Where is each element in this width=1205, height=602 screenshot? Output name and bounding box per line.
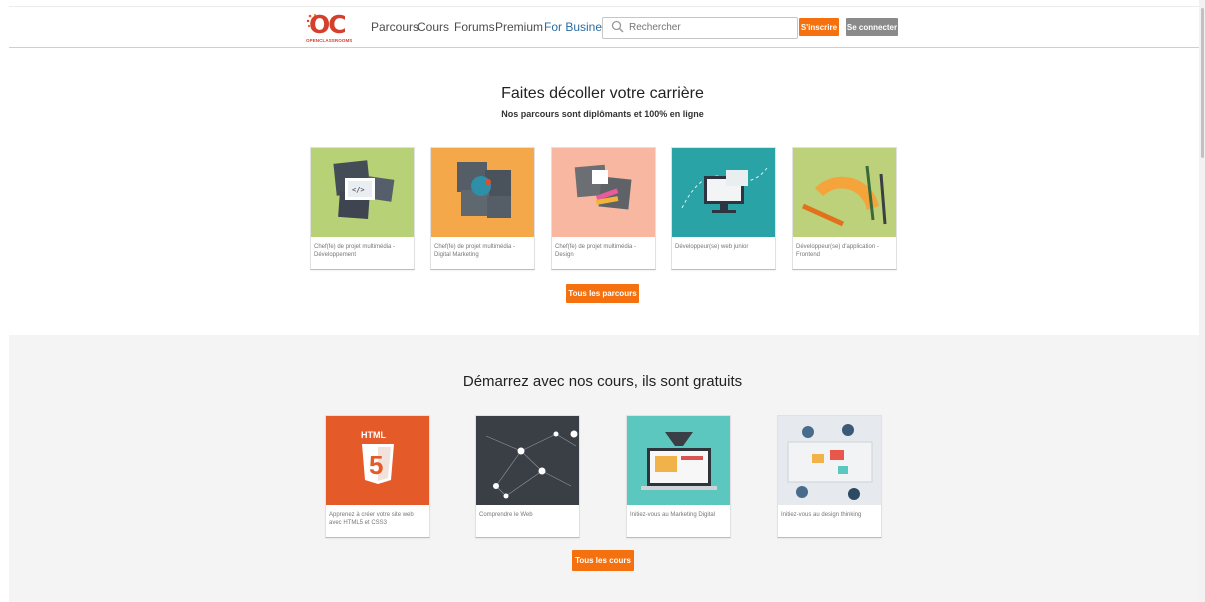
parcours-illustration-dev: </> [311, 148, 414, 237]
nav-cours[interactable]: Cours [417, 20, 449, 34]
course-card-label: Comprendre le Web [479, 512, 533, 518]
parcours-illustration-design [552, 148, 655, 237]
nav-forums[interactable]: Forums [454, 20, 495, 34]
cours-title: Démarrez avec nos cours, ils sont gratui… [462, 373, 743, 390]
logo-brand-text: OPENCLASSROOMS [306, 38, 353, 43]
course-card[interactable]: Initiez-vous au Marketing Digital [626, 415, 731, 538]
parcours-subtitle: Nos parcours sont diplômants et 100% en … [501, 109, 704, 119]
parcours-card-label: Chef(fe) de projet multimédia - Développ… [314, 244, 396, 258]
parcours-card[interactable]: Chef(fe) de projet multimédia - Design [551, 147, 656, 270]
logo-oc-text: OC [309, 10, 347, 39]
parcours-card-label: Chef(fe) de projet multimédia - Design [555, 244, 637, 258]
scrollbar-thumb[interactable] [1201, 8, 1204, 158]
login-button[interactable]: Se connecter [846, 18, 898, 36]
parcours-card-label: Développeur(se) d'application - Frontend [796, 244, 879, 258]
nav-premium[interactable]: Premium [495, 20, 543, 34]
search-icon [611, 20, 624, 33]
openclassrooms-logo[interactable]: OC OPENCLASSROOMS [306, 10, 358, 45]
svg-text:5: 5 [369, 450, 383, 480]
course-card[interactable]: Comprendre le Web [475, 415, 580, 538]
course-card-label: Initiez-vous au design thinking [781, 512, 862, 518]
parcours-card-label: Développeur(se) web junior [675, 244, 749, 250]
all-parcours-button[interactable]: Tous les parcours [566, 284, 639, 303]
parcours-card-label: Chef(fe) de projet multimédia - Digital … [434, 244, 516, 258]
svg-text:HTML: HTML [361, 430, 386, 440]
course-illustration-marketing [627, 416, 730, 505]
parcours-illustration-frontend [793, 148, 896, 237]
course-card[interactable]: HTML 5 Apprenez à créer votre site web a… [325, 415, 430, 538]
parcours-illustration-web [672, 148, 775, 237]
parcours-card[interactable]: Développeur(se) d'application - Frontend [792, 147, 897, 270]
course-card-label: Apprenez à créer votre site web avec HTM… [329, 512, 414, 526]
course-card[interactable]: Initiez-vous au design thinking [777, 415, 882, 538]
all-cours-button[interactable]: Tous les cours [572, 550, 634, 571]
course-card-label: Initiez-vous au Marketing Digital [630, 512, 716, 518]
top-navigation-bar: OC OPENCLASSROOMS Parcours Cours Forums … [9, 6, 1199, 48]
nav-parcours[interactable]: Parcours [371, 20, 419, 34]
parcours-title: Faites décoller votre carrière [501, 85, 704, 102]
course-illustration-html5: HTML 5 [326, 416, 429, 505]
course-illustration-web [476, 416, 579, 505]
search-box[interactable] [602, 17, 798, 39]
parcours-card[interactable]: Chef(fe) de projet multimédia - Digital … [430, 147, 535, 270]
course-illustration-design-thinking [778, 416, 881, 505]
parcours-card[interactable]: </> Chef(fe) de projet multimédia - Déve… [310, 147, 415, 270]
parcours-illustration-marketing [431, 148, 534, 237]
svg-text:</>: </> [352, 186, 365, 194]
signup-button[interactable]: S'inscrire [799, 18, 839, 36]
search-input[interactable] [629, 20, 789, 34]
parcours-card[interactable]: Développeur(se) web junior [671, 147, 776, 270]
